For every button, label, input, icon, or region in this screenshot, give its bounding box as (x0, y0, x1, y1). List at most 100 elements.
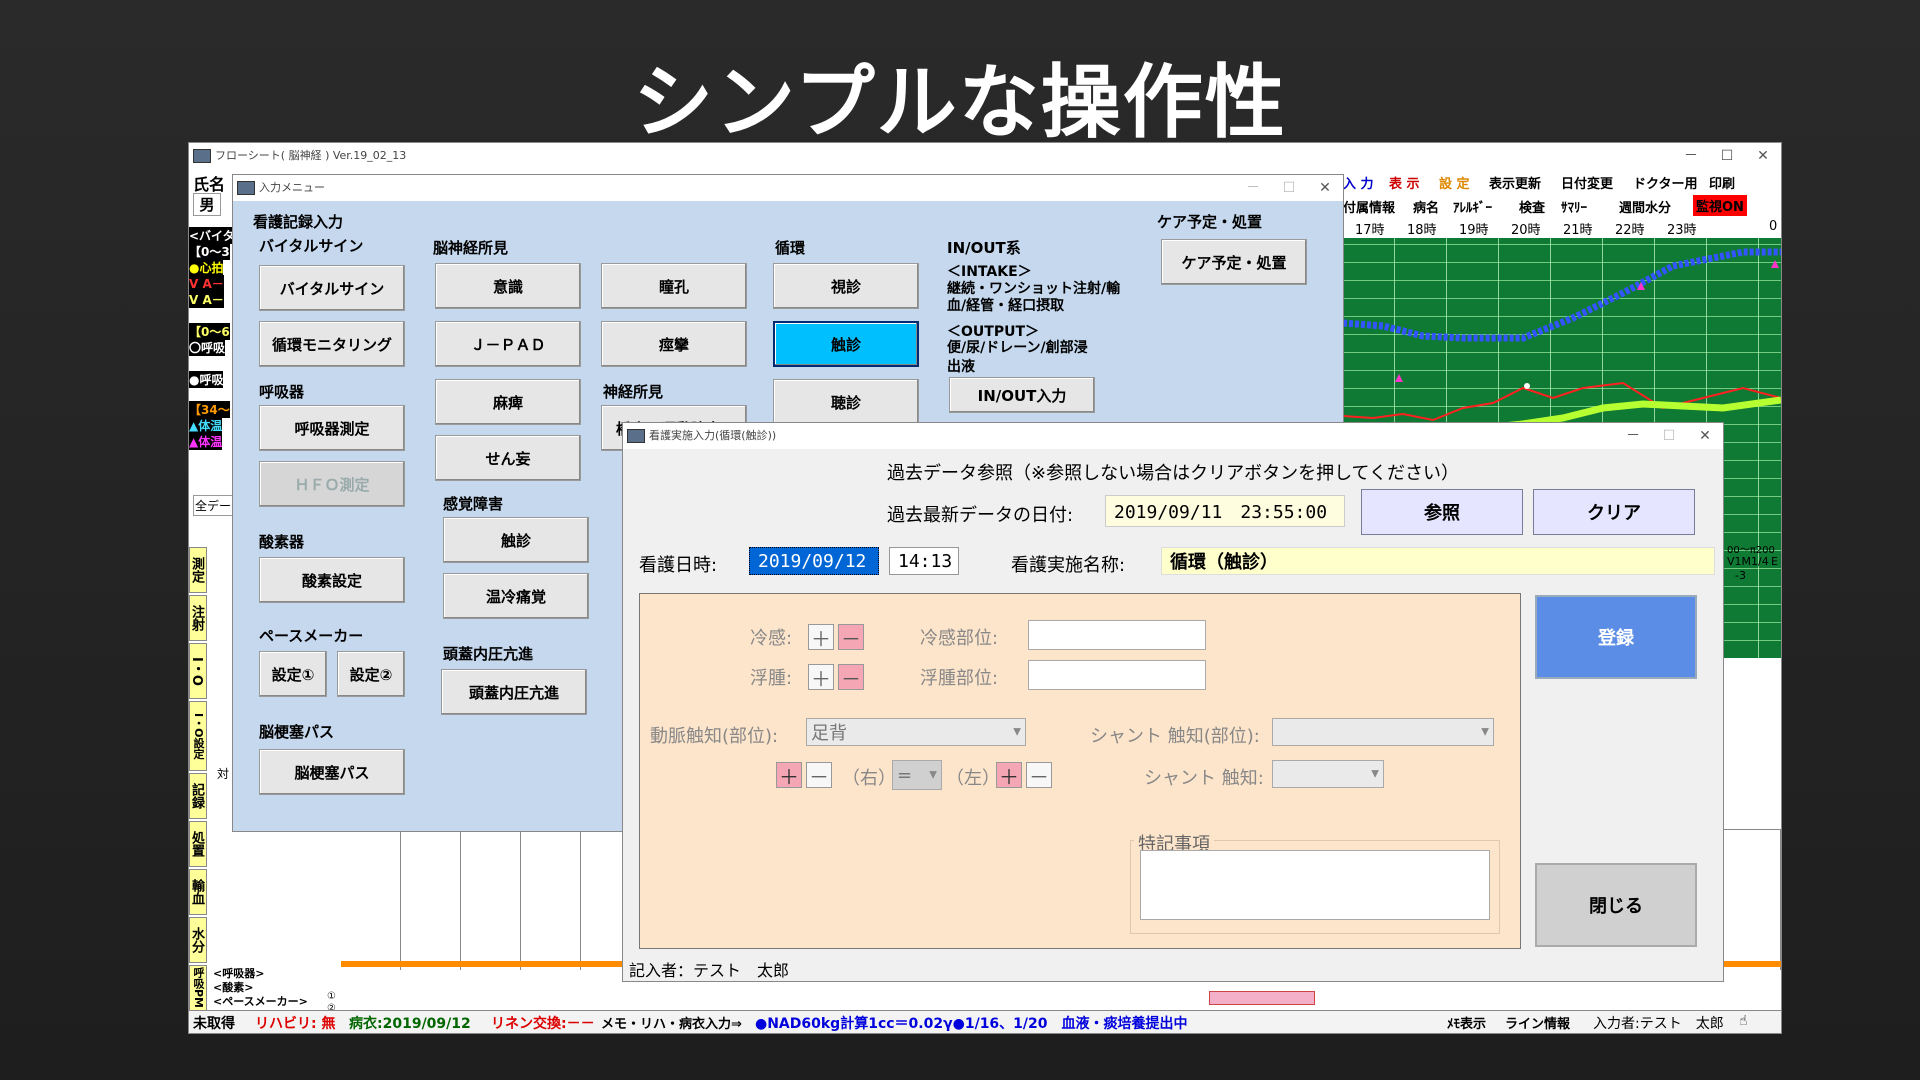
consciousness-button[interactable]: 意識 (435, 263, 581, 309)
icp-button[interactable]: 頭蓋内圧亢進 (441, 669, 587, 715)
sense-palpation-button[interactable]: 触診 (443, 517, 589, 563)
circulation-monitoring-button[interactable]: 循環モニタリング (259, 321, 405, 367)
left-label: （左） (946, 768, 1000, 789)
submenu-summary[interactable]: ｻﾏﾘｰ (1561, 197, 1587, 216)
edema-plus-button[interactable]: ＋ (808, 664, 834, 691)
io-group-title: IN/OUT系 (947, 239, 1021, 257)
menu-titlebar: 入力メニュー (233, 175, 1343, 201)
paralysis-button[interactable]: 麻痺 (435, 379, 581, 425)
menu-print[interactable]: 印刷 (1709, 173, 1735, 192)
oxygen-setting-button[interactable]: 酸素設定 (259, 557, 405, 603)
submenu-allergy[interactable]: ｱﾚﾙｷﾞｰ (1453, 197, 1492, 216)
shunt-site-select[interactable]: ▼ (1272, 718, 1494, 746)
menu-minimize-icon[interactable]: － (1235, 175, 1271, 201)
menu-close-icon[interactable]: ✕ (1307, 175, 1343, 201)
menu-date-change[interactable]: 日付変更 (1561, 173, 1613, 192)
auscultation-button[interactable]: 聴診 (773, 379, 919, 425)
io-input-button[interactable]: IN/OUT入力 (949, 377, 1095, 413)
pupil-button[interactable]: 瞳孔 (601, 263, 747, 309)
dialog-title: 看護実施入力(循環(触診)) (649, 429, 777, 442)
notes-textarea[interactable] (1140, 850, 1490, 920)
menu-maximize-icon[interactable]: ☐ (1271, 175, 1307, 201)
monitor-on-badge[interactable]: 監視ON (1693, 195, 1747, 216)
pulse-site-select[interactable]: 足背 ▼ (806, 718, 1026, 746)
status-gown: 病衣:2019/09/12 (349, 1016, 471, 1032)
side-tab-resp-pm[interactable]: 呼吸PM (189, 965, 207, 1011)
dialog-close-icon[interactable]: ✕ (1687, 423, 1723, 449)
right-minus-button[interactable]: － (806, 762, 832, 789)
respirator-measure-button[interactable]: 呼吸器測定 (259, 405, 405, 451)
close-icon[interactable]: ✕ (1745, 143, 1781, 169)
side-tab-injection[interactable]: 注射 (189, 595, 207, 641)
side-tab-water[interactable]: 水分 (189, 917, 207, 963)
right-code-2: V1M1/4 (1727, 555, 1769, 568)
left-minus-button[interactable]: － (1026, 762, 1052, 789)
cold-site-input[interactable] (1028, 620, 1206, 650)
left-range-3: 【34～ (189, 401, 230, 418)
maximize-icon[interactable]: ☐ (1709, 143, 1745, 169)
menu-settings[interactable]: 設 定 (1439, 173, 1470, 192)
pacemaker-setting1-button[interactable]: 設定① (259, 651, 327, 697)
stroke-path-button[interactable]: 脳梗塞パス (259, 749, 405, 795)
menu-view[interactable]: 表 示 (1389, 173, 1420, 192)
pacemaker-setting2-button[interactable]: 設定② (337, 651, 405, 697)
side-tab-record[interactable]: 記録 (189, 773, 207, 819)
left-temp-2: ▲体温 (189, 433, 223, 450)
hfo-measure-button[interactable]: ＨＦＯ測定 (259, 461, 405, 507)
menu-input[interactable]: 入 力 (1343, 173, 1374, 192)
cold-plus-button[interactable]: ＋ (808, 624, 834, 651)
care-plan-button[interactable]: ケア予定・処置 (1161, 239, 1307, 285)
hour-0: 0 (1769, 219, 1778, 234)
nursing-date-input[interactable]: 2019/09/12 (749, 547, 879, 575)
side-tab-transfusion[interactable]: 輸血 (189, 869, 207, 915)
dialog-maximize-icon[interactable]: ☐ (1651, 423, 1687, 449)
memo-display-button[interactable]: ﾒﾓ表示 (1447, 1013, 1486, 1032)
clear-button[interactable]: クリア (1533, 489, 1695, 535)
inspection-button[interactable]: 視診 (773, 263, 919, 309)
dialog-minimize-icon[interactable]: － (1615, 423, 1651, 449)
equal-select[interactable]: = ▼ (892, 760, 942, 790)
submenu-attached-info[interactable]: 付属情報 (1343, 197, 1395, 216)
jpad-button[interactable]: Ｊ－ＰＡＤ (435, 321, 581, 367)
side-tab-measure[interactable]: 測定 (189, 547, 207, 593)
vital-sign-button[interactable]: バイタルサイン (259, 265, 405, 311)
marker-white-1 (1524, 383, 1530, 389)
temperature-pain-button[interactable]: 温冷痛覚 (443, 573, 589, 619)
seizure-button[interactable]: 痙攣 (601, 321, 747, 367)
edema-minus-button[interactable]: － (838, 664, 864, 691)
reference-button[interactable]: 参照 (1361, 489, 1523, 535)
menu-refresh[interactable]: 表示更新 (1489, 173, 1541, 192)
register-button[interactable]: 登録 (1535, 595, 1697, 679)
palpation-button[interactable]: 触診 (773, 321, 919, 367)
past-data-label: 過去最新データの日付: (887, 505, 1074, 526)
circulation-group-title: 循環 (775, 239, 806, 257)
side-tab-io-setting[interactable]: I・O設定 (189, 701, 207, 771)
submenu-disease[interactable]: 病名 (1413, 197, 1439, 216)
chevron-down-icon: ▼ (1371, 768, 1379, 780)
delirium-button[interactable]: せん妄 (435, 435, 581, 481)
minimize-icon[interactable]: － (1673, 143, 1709, 169)
edema-label: 浮腫: (750, 668, 793, 689)
cold-minus-button[interactable]: － (838, 624, 864, 651)
status-rehab: リハビリ: 無 (255, 1016, 336, 1032)
left-plus-button[interactable]: ＋ (996, 762, 1022, 789)
side-tab-io[interactable]: I・O (189, 643, 207, 699)
hour-18: 18時 (1407, 223, 1437, 238)
nursing-time-input[interactable]: 14:13 (889, 547, 959, 575)
hour-17: 17時 (1355, 223, 1385, 238)
right-code-3: -3 (1735, 569, 1746, 582)
edema-site-input[interactable] (1028, 660, 1206, 690)
side-tab-treatment[interactable]: 処置 (189, 821, 207, 867)
io-intake-label: ＜INTAKE＞ (947, 264, 1032, 280)
line-info-button[interactable]: ライン情報 (1505, 1013, 1570, 1032)
menu-doctor[interactable]: ドクター用 (1633, 173, 1697, 192)
close-button[interactable]: 閉じる (1535, 863, 1697, 947)
nursing-name-field: 循環（触診） (1161, 547, 1715, 575)
submenu-weekly-water[interactable]: 週間水分 (1619, 197, 1671, 216)
cold-site-label: 冷感部位: (920, 628, 999, 649)
right-plus-button[interactable]: ＋ (776, 762, 802, 789)
shunt-select[interactable]: ▼ (1272, 760, 1384, 788)
all-data-button[interactable]: 全デー (193, 495, 234, 516)
memo-input-link[interactable]: メモ・リハ・病衣入力⇒ (601, 1013, 742, 1032)
submenu-exam[interactable]: 検査 (1519, 197, 1545, 216)
